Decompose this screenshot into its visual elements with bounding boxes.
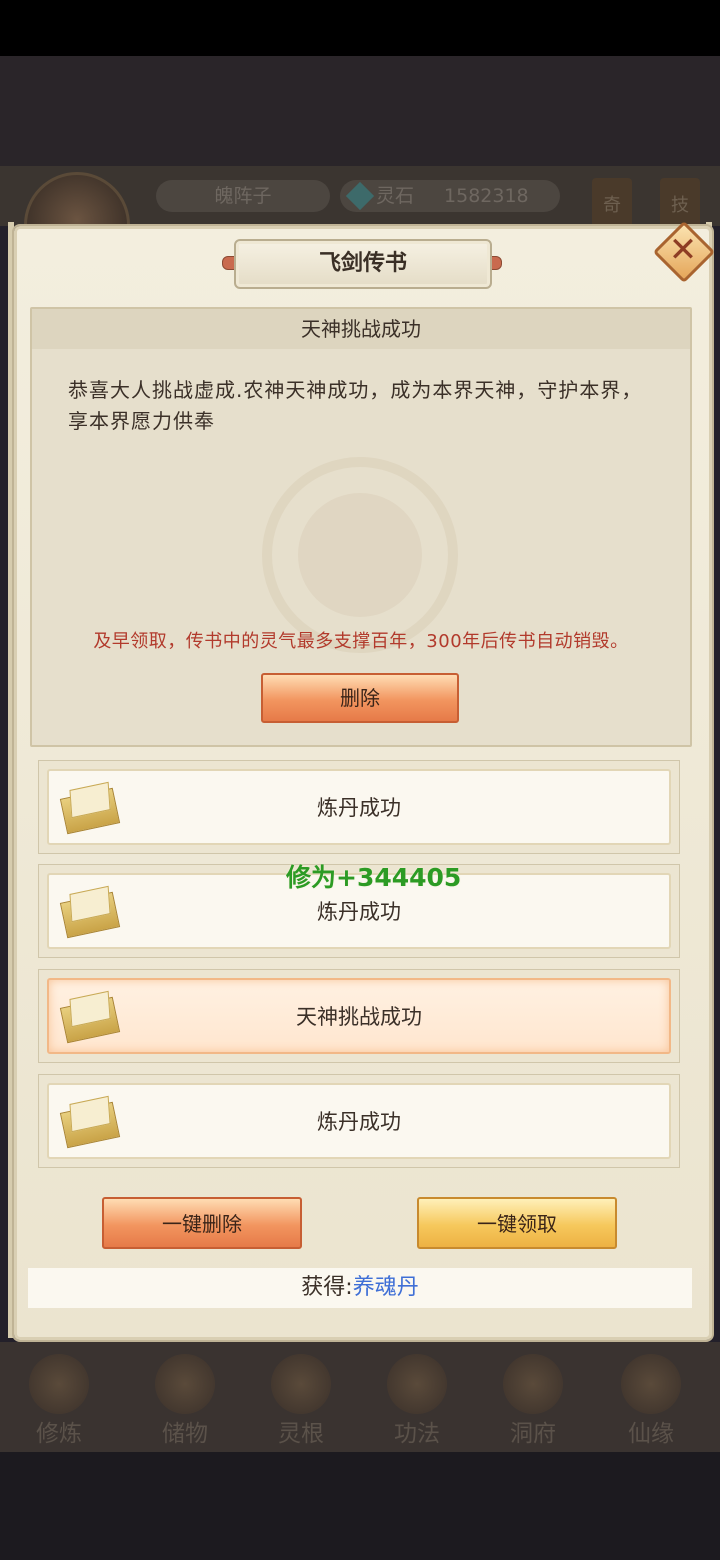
reward-text: 获得:养魂丹 [28, 1268, 692, 1308]
mail-item-label: 炼丹成功 [317, 796, 401, 820]
mail-item[interactable]: 炼丹成功 [38, 1074, 680, 1168]
nav-item-spirit-root: 灵根 [246, 1342, 356, 1452]
gourd-icon [621, 1354, 681, 1414]
bottom-bar [0, 1452, 720, 1560]
message-title: 天神挑战成功 [301, 317, 421, 341]
close-button[interactable]: ✕ [652, 220, 716, 284]
nav-label: 仙缘 [628, 1421, 674, 1447]
reward-item: 养魂丹 [352, 1275, 419, 1300]
gem-icon [345, 181, 375, 211]
nav-label: 灵根 [278, 1421, 324, 1447]
spirit-stone-label: 灵石 [376, 185, 415, 207]
nav-label: 储物 [162, 1421, 208, 1447]
nav-label: 修炼 [36, 1421, 82, 1447]
nav-item-cultivate: 修炼 [4, 1342, 114, 1452]
reward-bar: 获得:养魂丹 [28, 1268, 692, 1308]
mail-item[interactable]: 炼丹成功 [38, 760, 680, 854]
nav-item-fate: 仙缘 [596, 1342, 706, 1452]
cultivate-icon [29, 1354, 89, 1414]
message-detail: 天神挑战成功 恭喜大人挑战虚成.农神天神成功，成为本界天神，守护本界，享本界愿力… [30, 307, 692, 747]
status-bar [0, 0, 720, 56]
reward-label: 获得: [301, 1275, 353, 1300]
mail-item-selected[interactable]: 天神挑战成功 [38, 969, 680, 1063]
nav-item-storage: 储物 [130, 1342, 240, 1452]
seal-inner [298, 493, 422, 617]
cave-icon [503, 1354, 563, 1414]
background-area [0, 56, 720, 166]
spirit-stone-counter: 灵石 1582318 [340, 180, 560, 212]
player-name: 魄阵子 [156, 180, 330, 212]
bag-icon [155, 1354, 215, 1414]
claim-all-button[interactable]: 一键领取 [417, 1197, 617, 1249]
bottom-nav: 修炼 储物 灵根 功法 洞府 仙缘 [0, 1342, 720, 1452]
message-warning: 及早领取，传书中的灵气最多支撑百年，300年后传书自动销毁。 [93, 631, 629, 652]
nav-label: 洞府 [510, 1421, 556, 1447]
panel-title-frame: 飞剑传书 [234, 239, 492, 289]
nav-label: 功法 [394, 1421, 440, 1447]
message-body: 恭喜大人挑战虚成.农神天神成功，成为本界天神，守护本界，享本界愿力供奉 [68, 378, 643, 433]
spirit-root-icon [271, 1354, 331, 1414]
nav-item-cave: 洞府 [478, 1342, 588, 1452]
nav-item-techniques: 功法 [362, 1342, 472, 1452]
close-icon: ✕ [668, 230, 698, 270]
book-icon [387, 1354, 447, 1414]
mail-item-label: 天神挑战成功 [296, 1005, 422, 1029]
panel-title: 飞剑传书 [318, 251, 407, 276]
cloud-seal-icon [262, 457, 458, 653]
floating-gain-text: 修为+344405 [286, 863, 462, 892]
mail-item-label: 炼丹成功 [317, 1110, 401, 1134]
delete-button[interactable]: 删除 [261, 673, 459, 723]
delete-all-button[interactable]: 一键删除 [102, 1197, 302, 1249]
spirit-stone-count: 1582318 [444, 185, 529, 207]
